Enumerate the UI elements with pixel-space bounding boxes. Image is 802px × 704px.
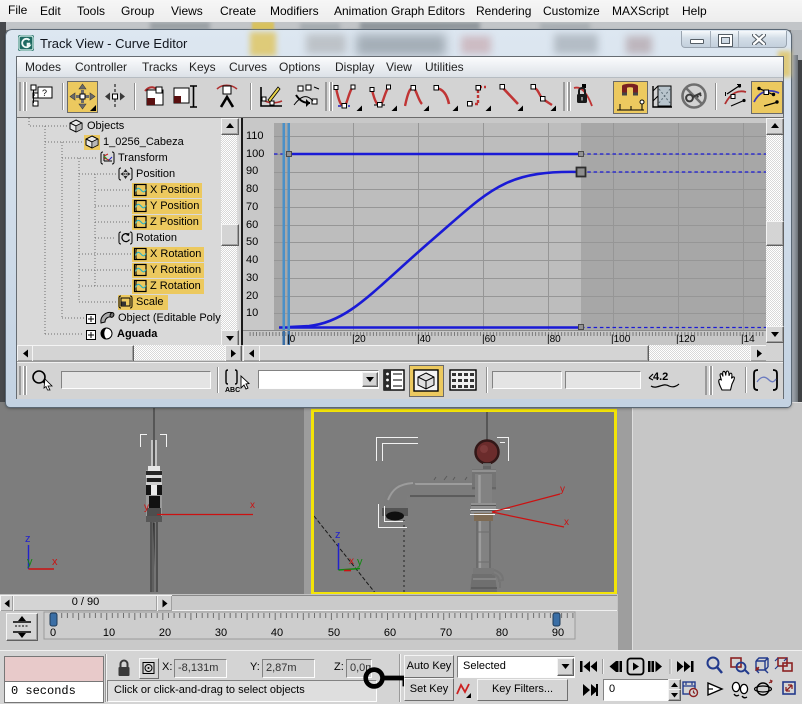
svg-text:90: 90 [552, 627, 564, 639]
svg-text:z: z [25, 533, 31, 545]
svg-text:60: 60 [384, 627, 396, 639]
svg-text:y: y [357, 556, 363, 568]
svg-text:x: x [52, 556, 58, 568]
svg-text:ABC: ABC [225, 387, 240, 394]
svg-text:0: 0 [50, 627, 56, 639]
svg-text:40: 40 [271, 627, 283, 639]
svg-text:y: y [144, 502, 149, 513]
svg-text:20: 20 [159, 627, 171, 639]
svg-text:x: x [250, 500, 255, 511]
svg-text:30: 30 [215, 627, 227, 639]
svg-text:z: z [335, 529, 341, 541]
svg-text:80: 80 [496, 627, 508, 639]
svg-text:4.2: 4.2 [653, 371, 668, 383]
svg-text:70: 70 [440, 627, 452, 639]
svg-text:x: x [349, 556, 354, 567]
svg-text:50: 50 [328, 627, 340, 639]
svg-text:y: y [27, 556, 33, 568]
svg-text:?: ? [42, 88, 47, 98]
svg-text:x: x [564, 517, 569, 528]
svg-text:y: y [560, 484, 565, 495]
svg-text:10: 10 [103, 627, 115, 639]
